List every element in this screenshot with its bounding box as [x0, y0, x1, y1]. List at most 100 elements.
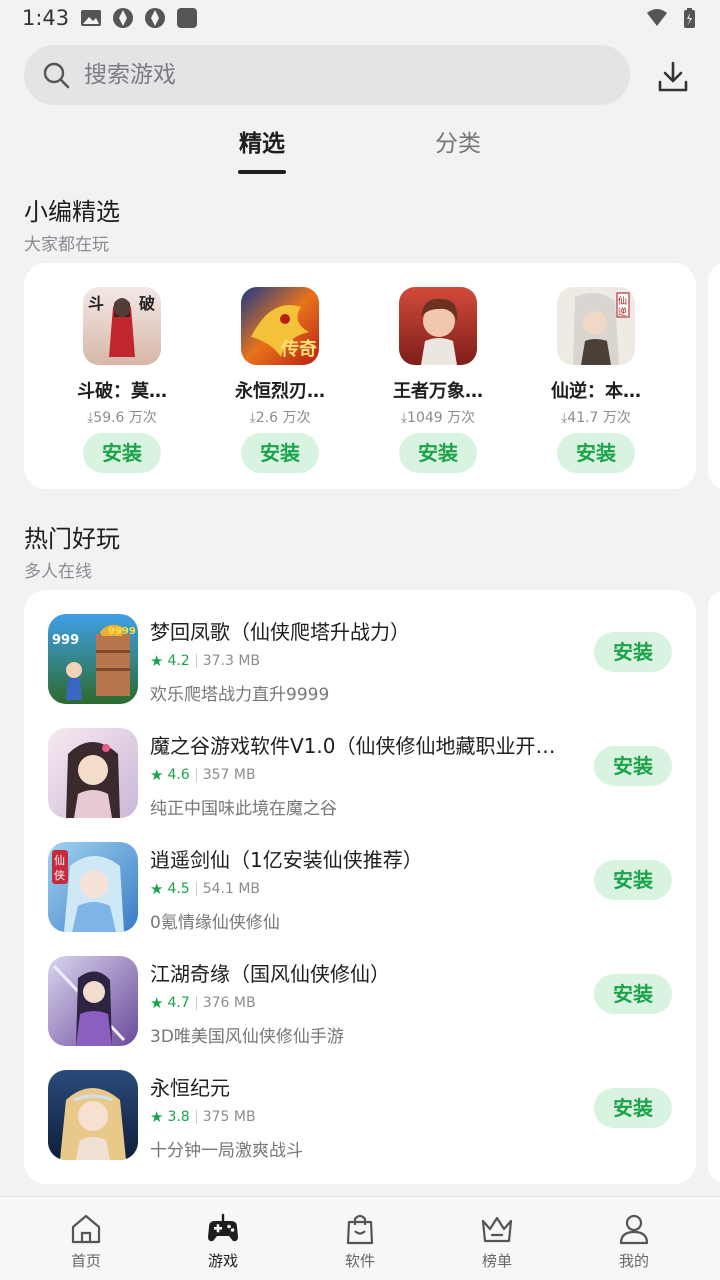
nav-label: 我的 [618, 1252, 649, 1270]
nav-profile[interactable]: 我的 [584, 1211, 684, 1271]
image-notification-icon [81, 10, 101, 26]
tab-categories[interactable]: 分类 [408, 124, 508, 158]
featured-item-downloads: ⤓1049 万次 [400, 410, 476, 426]
hot-games-list: 999 9999 梦回凤歌（仙侠爬塔升战力） ★ 4.2 37.3 MB 欢乐爬… [24, 590, 696, 1184]
next-card-peek [708, 263, 720, 489]
svg-text:破: 破 [139, 294, 155, 313]
game-title: 江湖奇缘（国风仙侠修仙） [150, 962, 390, 986]
game-meta: ★ 4.7 376 MB [150, 994, 256, 1012]
notification-icons [80, 7, 198, 29]
game-title: 永恒纪元 [150, 1076, 230, 1100]
install-button[interactable]: 安装 [594, 632, 672, 672]
nav-home[interactable]: 首页 [36, 1211, 136, 1271]
tab-featured[interactable]: 精选 [212, 124, 312, 158]
svg-text:9999: 9999 [108, 626, 136, 637]
wifi-icon [647, 9, 667, 26]
star-icon: ★ [150, 994, 164, 1012]
crown-icon [481, 1216, 513, 1243]
battery-icon [684, 8, 695, 28]
status-time: 1:43 [22, 6, 70, 30]
active-tab-indicator [238, 170, 286, 174]
square-notification-icon [177, 8, 197, 28]
nav-ranking[interactable]: 榜单 [447, 1211, 547, 1271]
install-button[interactable]: 安装 [594, 860, 672, 900]
app-screen: 1:43 精选 分类 小编精选 大家都在玩 [0, 0, 720, 1280]
game-title: 魔之谷游戏软件V1.0（仙侠修仙地藏职业开… [150, 734, 556, 758]
game-icon-yongheng: 传奇 [241, 287, 319, 365]
app-notification-icon [145, 8, 165, 28]
game-meta: ★ 4.5 54.1 MB [150, 880, 260, 898]
svg-text:斗: 斗 [88, 294, 104, 313]
featured-item[interactable]: 王者万象… ⤓1049 万次 安装 [368, 287, 508, 473]
game-meta: ★ 3.8 375 MB [150, 1108, 256, 1126]
bag-icon [346, 1214, 374, 1245]
app-notification-icon [113, 8, 133, 28]
system-icons [646, 7, 700, 29]
search-icon [43, 62, 70, 89]
nav-label: 榜单 [481, 1252, 512, 1270]
game-size: 37.3 MB [202, 653, 261, 669]
featured-item[interactable]: 传奇 永恒烈刃… ⤓2.6 万次 安装 [210, 287, 350, 473]
install-button[interactable]: 安装 [557, 433, 635, 473]
top-tabs: 精选 分类 [0, 124, 720, 180]
game-icon-wangzhe [399, 287, 477, 365]
featured-section-subtitle: 大家都在玩 [24, 235, 109, 255]
game-description: 纯正中国味此境在魔之谷 [150, 799, 337, 819]
game-icon-yongheng-jiyuan [48, 1070, 138, 1160]
game-icon-xiaoyao: 仙 侠 [48, 842, 138, 932]
featured-item[interactable]: 斗 破 斗破：莫… ⤓59.6 万次 安装 [52, 287, 192, 473]
game-icon-menghui: 999 9999 [48, 614, 138, 704]
star-icon: ★ [150, 1108, 164, 1126]
featured-item-name: 斗破：莫… [77, 381, 167, 402]
featured-card: 斗 破 斗破：莫… ⤓59.6 万次 安装 传奇 永恒烈刃… ⤓2.6 万次 安… [24, 263, 696, 489]
meta-divider [195, 882, 197, 896]
featured-item-downloads: ⤓59.6 万次 [87, 410, 157, 426]
meta-divider [195, 996, 197, 1010]
featured-item-downloads: ⤓41.7 万次 [561, 410, 631, 426]
featured-item-name: 仙逆：本… [551, 381, 641, 402]
svg-text:逆: 逆 [618, 306, 627, 318]
game-size: 376 MB [202, 995, 256, 1011]
game-meta: ★ 4.2 37.3 MB [150, 652, 260, 670]
game-icon-xianni: 仙 逆 [557, 287, 635, 365]
install-button[interactable]: 安装 [83, 433, 161, 473]
list-item[interactable]: 999 9999 梦回凤歌（仙侠爬塔升战力） ★ 4.2 37.3 MB 欢乐爬… [24, 604, 696, 718]
nav-games[interactable]: 游戏 [173, 1211, 273, 1271]
install-button[interactable]: 安装 [594, 746, 672, 786]
svg-text:仙: 仙 [618, 295, 627, 307]
game-size: 54.1 MB [202, 881, 261, 897]
hot-section-title: 热门好玩 [24, 525, 120, 553]
game-title: 逍遥剑仙（1亿安装仙侠推荐） [150, 848, 423, 872]
game-rating: 4.5 [167, 881, 190, 897]
hot-section-subtitle: 多人在线 [24, 562, 92, 582]
game-icon-jianghu [48, 956, 138, 1046]
star-icon: ★ [150, 766, 164, 784]
list-item[interactable]: 仙 侠 逍遥剑仙（1亿安装仙侠推荐） ★ 4.5 54.1 MB 0氪情缘仙侠修… [24, 832, 696, 946]
featured-item-name: 王者万象… [393, 381, 483, 402]
list-item[interactable]: 永恒纪元 ★ 3.8 375 MB 十分钟一局激爽战斗 安装 [24, 1060, 696, 1174]
install-button[interactable]: 安装 [399, 433, 477, 473]
list-item[interactable]: 魔之谷游戏软件V1.0（仙侠修仙地藏职业开… ★ 4.6 357 MB 纯正中国… [24, 718, 696, 832]
install-button[interactable]: 安装 [594, 1088, 672, 1128]
next-card-peek [708, 590, 720, 1184]
search-bar[interactable] [24, 45, 630, 105]
game-icon-doupo: 斗 破 [83, 287, 161, 365]
install-button[interactable]: 安装 [594, 974, 672, 1014]
star-icon: ★ [150, 880, 164, 898]
download-manager-button[interactable] [652, 56, 694, 98]
game-rating: 4.2 [167, 653, 190, 669]
meta-divider [195, 654, 197, 668]
featured-item[interactable]: 仙 逆 仙逆：本… ⤓41.7 万次 安装 [526, 287, 666, 473]
nav-label: 首页 [70, 1252, 101, 1270]
game-rating: 4.7 [167, 995, 190, 1011]
search-input[interactable] [84, 62, 564, 88]
star-icon: ★ [150, 652, 164, 670]
install-button[interactable]: 安装 [241, 433, 319, 473]
person-icon [619, 1214, 649, 1245]
nav-software[interactable]: 软件 [310, 1211, 410, 1271]
download-icon [658, 61, 688, 92]
featured-section-title: 小编精选 [24, 198, 120, 226]
game-title: 梦回凤歌（仙侠爬塔升战力） [150, 620, 410, 644]
game-size: 357 MB [202, 767, 256, 783]
list-item[interactable]: 江湖奇缘（国风仙侠修仙） ★ 4.7 376 MB 3D唯美国风仙侠修仙手游 安… [24, 946, 696, 1060]
